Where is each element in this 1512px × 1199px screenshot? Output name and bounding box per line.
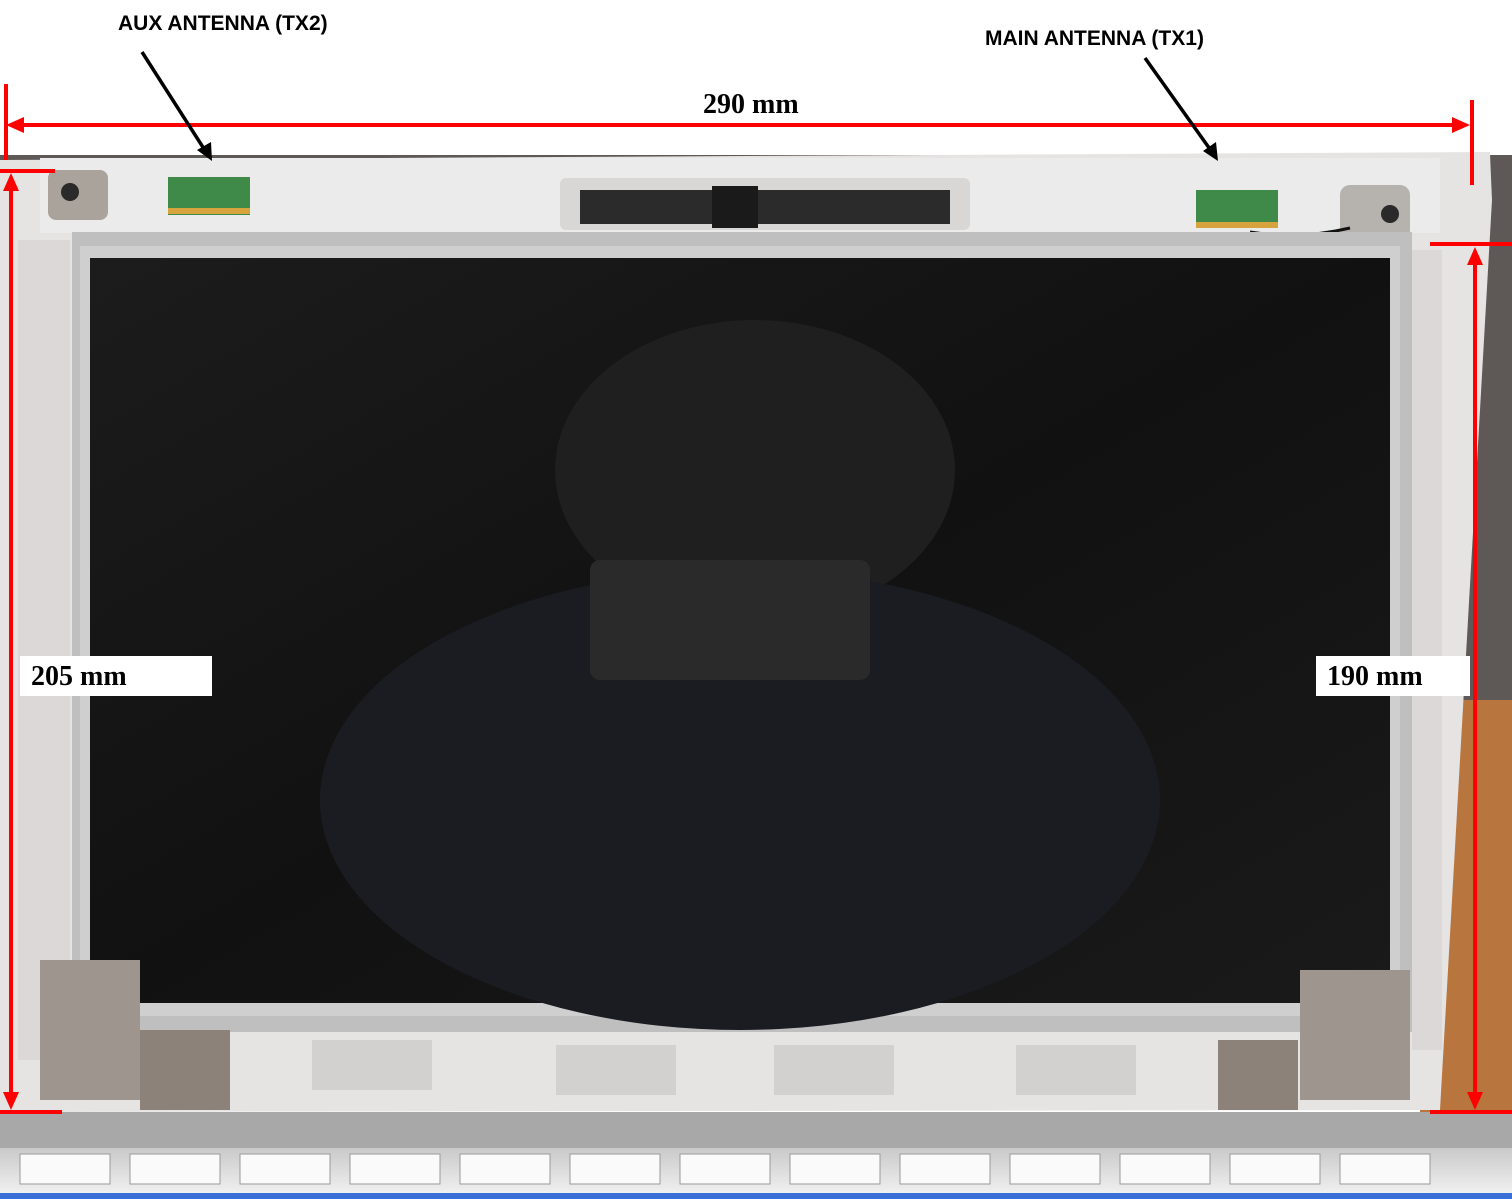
screw-top-right: [1381, 205, 1399, 223]
hinge-bottom-right-b: [1300, 970, 1410, 1100]
width-dimension-label: 290 mm: [703, 89, 799, 120]
base-hinge-bar: [0, 1112, 1512, 1150]
clip-1: [312, 1040, 432, 1090]
hinge-bottom-right-a: [1218, 1040, 1298, 1110]
aux-antenna-leader: [140, 51, 212, 161]
right-height-label: 190 mm: [1316, 656, 1470, 696]
top-right-bracket: [1340, 185, 1410, 240]
main-antenna-label: MAIN ANTENNA (TX1): [985, 27, 1204, 50]
reflection-camera: [590, 560, 870, 680]
clip-2: [556, 1045, 676, 1095]
hinge-bottom-left-a: [40, 960, 140, 1100]
main-antenna-strip: [1196, 222, 1278, 228]
main-antenna-leader: [1143, 56, 1218, 161]
right-side-rail: [1412, 250, 1442, 1050]
laptop-lcd-photo: [0, 51, 1512, 1199]
aux-antenna-label: AUX ANTENNA (TX2): [118, 12, 328, 35]
left-height-label: 205 mm: [20, 656, 212, 696]
left-side-rail: [18, 240, 70, 1060]
webcam-board: [580, 190, 950, 224]
screw-top-left: [61, 183, 79, 201]
aux-antenna-strip: [168, 208, 250, 214]
bottom-rule: [0, 1193, 1512, 1199]
clip-3: [774, 1045, 894, 1095]
hinge-bottom-left-b: [140, 1030, 230, 1110]
clip-4: [1016, 1045, 1136, 1095]
webcam-module: [712, 186, 758, 228]
